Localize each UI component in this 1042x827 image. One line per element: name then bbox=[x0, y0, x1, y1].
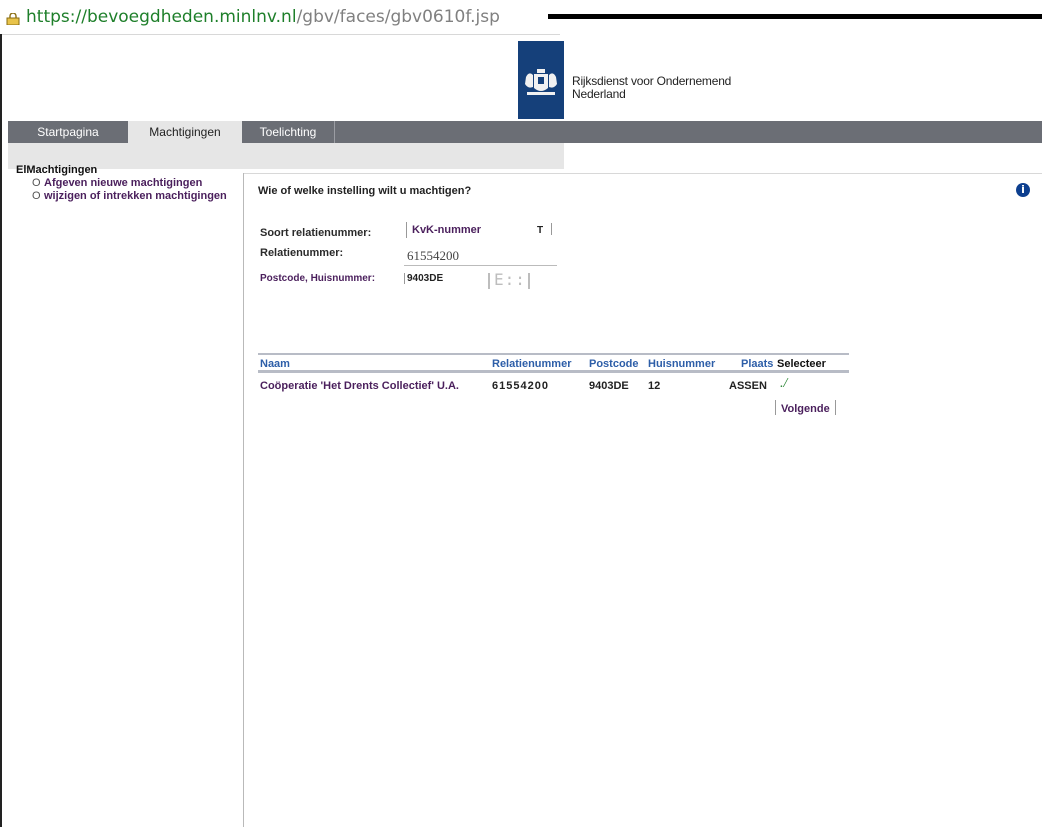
cell-relatienummer: 61554200 bbox=[492, 380, 549, 392]
table-top-border bbox=[258, 353, 849, 355]
coat-of-arms-icon bbox=[525, 69, 557, 95]
dropdown-arrow-icon[interactable]: T bbox=[537, 225, 543, 236]
window-left-edge bbox=[0, 34, 2, 827]
url-host: bevoegdheden.minlnv.nl bbox=[86, 7, 297, 27]
cell-huisnummer: 12 bbox=[648, 380, 661, 392]
tab-machtigingen[interactable]: Machtigingen bbox=[128, 121, 242, 143]
org-name-line2: Nederland bbox=[572, 87, 626, 101]
organization-name: Rijksdienst voor Ondernemend Nederland bbox=[572, 75, 731, 101]
relatienummer-label: Relatienummer: bbox=[260, 247, 344, 259]
postcode-huisnummer-label: Postcode, Huisnummer: bbox=[260, 273, 376, 284]
sidebar-title: ElMachtigingen bbox=[16, 164, 98, 176]
soort-relatienummer-label: Soort relatienummer: bbox=[260, 227, 372, 239]
column-header-selecteer: Selecteer bbox=[777, 358, 826, 370]
sidebar: ElMachtigingen O Afgeven nieuwe machtigi… bbox=[16, 164, 236, 203]
huisnummer-placeholder: E:: bbox=[494, 270, 526, 289]
volgende-button[interactable]: Volgende bbox=[775, 400, 836, 415]
column-header-huisnummer: Huisnummer bbox=[648, 358, 716, 370]
postcode-input[interactable]: 9403DE bbox=[404, 273, 443, 284]
content-divider bbox=[243, 173, 244, 827]
tab-startpagina[interactable]: Startpagina bbox=[8, 121, 128, 143]
url-scheme: https:// bbox=[26, 7, 87, 27]
huisnummer-input[interactable]: E:: bbox=[488, 270, 554, 290]
column-header-relatienummer: Relatienummer bbox=[492, 358, 572, 370]
cell-plaats: ASSEN bbox=[729, 380, 767, 392]
address-bar[interactable]: https://bevoegdheden.minlnv.nl/gbv/faces… bbox=[0, 0, 560, 35]
sidebar-item-label[interactable]: wijzigen of intrekken machtigingen bbox=[44, 190, 227, 202]
url-path: /gbv/faces/gbv0610f.jsp bbox=[296, 7, 500, 27]
column-header-plaats: Plaats bbox=[741, 358, 774, 370]
bullet-icon: O bbox=[32, 177, 41, 189]
main-nav: Startpagina Machtigingen Toelichting bbox=[8, 121, 1042, 143]
cell-naam: Coöperatie 'Het Drents Collectief' U.A. bbox=[260, 380, 459, 392]
rvo-logo bbox=[518, 41, 564, 119]
select-checkmark-icon[interactable]: ./ bbox=[780, 376, 787, 392]
column-header-naam: Naam bbox=[260, 358, 290, 370]
column-header-postcode: Postcode bbox=[589, 358, 639, 370]
page-question: Wie of welke instelling wilt u machtigen… bbox=[258, 185, 472, 197]
tab-toelichting[interactable]: Toelichting bbox=[242, 121, 335, 143]
table-header-border bbox=[258, 370, 849, 373]
info-icon[interactable]: i bbox=[1016, 183, 1030, 197]
bullet-icon: O bbox=[32, 190, 41, 202]
sidebar-item-wijzigen[interactable]: O wijzigen of intrekken machtigingen bbox=[32, 190, 236, 203]
cell-postcode: 9403DE bbox=[589, 380, 629, 392]
relatienummer-input[interactable]: 61554200 bbox=[404, 247, 557, 266]
sidebar-item-label[interactable]: Afgeven nieuwe machtigingen bbox=[44, 177, 202, 189]
sidebar-item-afgeven[interactable]: O Afgeven nieuwe machtigingen bbox=[32, 177, 236, 190]
lock-icon bbox=[6, 13, 20, 25]
content-border bbox=[243, 173, 1042, 174]
window-border bbox=[548, 14, 1042, 19]
select-border bbox=[551, 223, 552, 235]
